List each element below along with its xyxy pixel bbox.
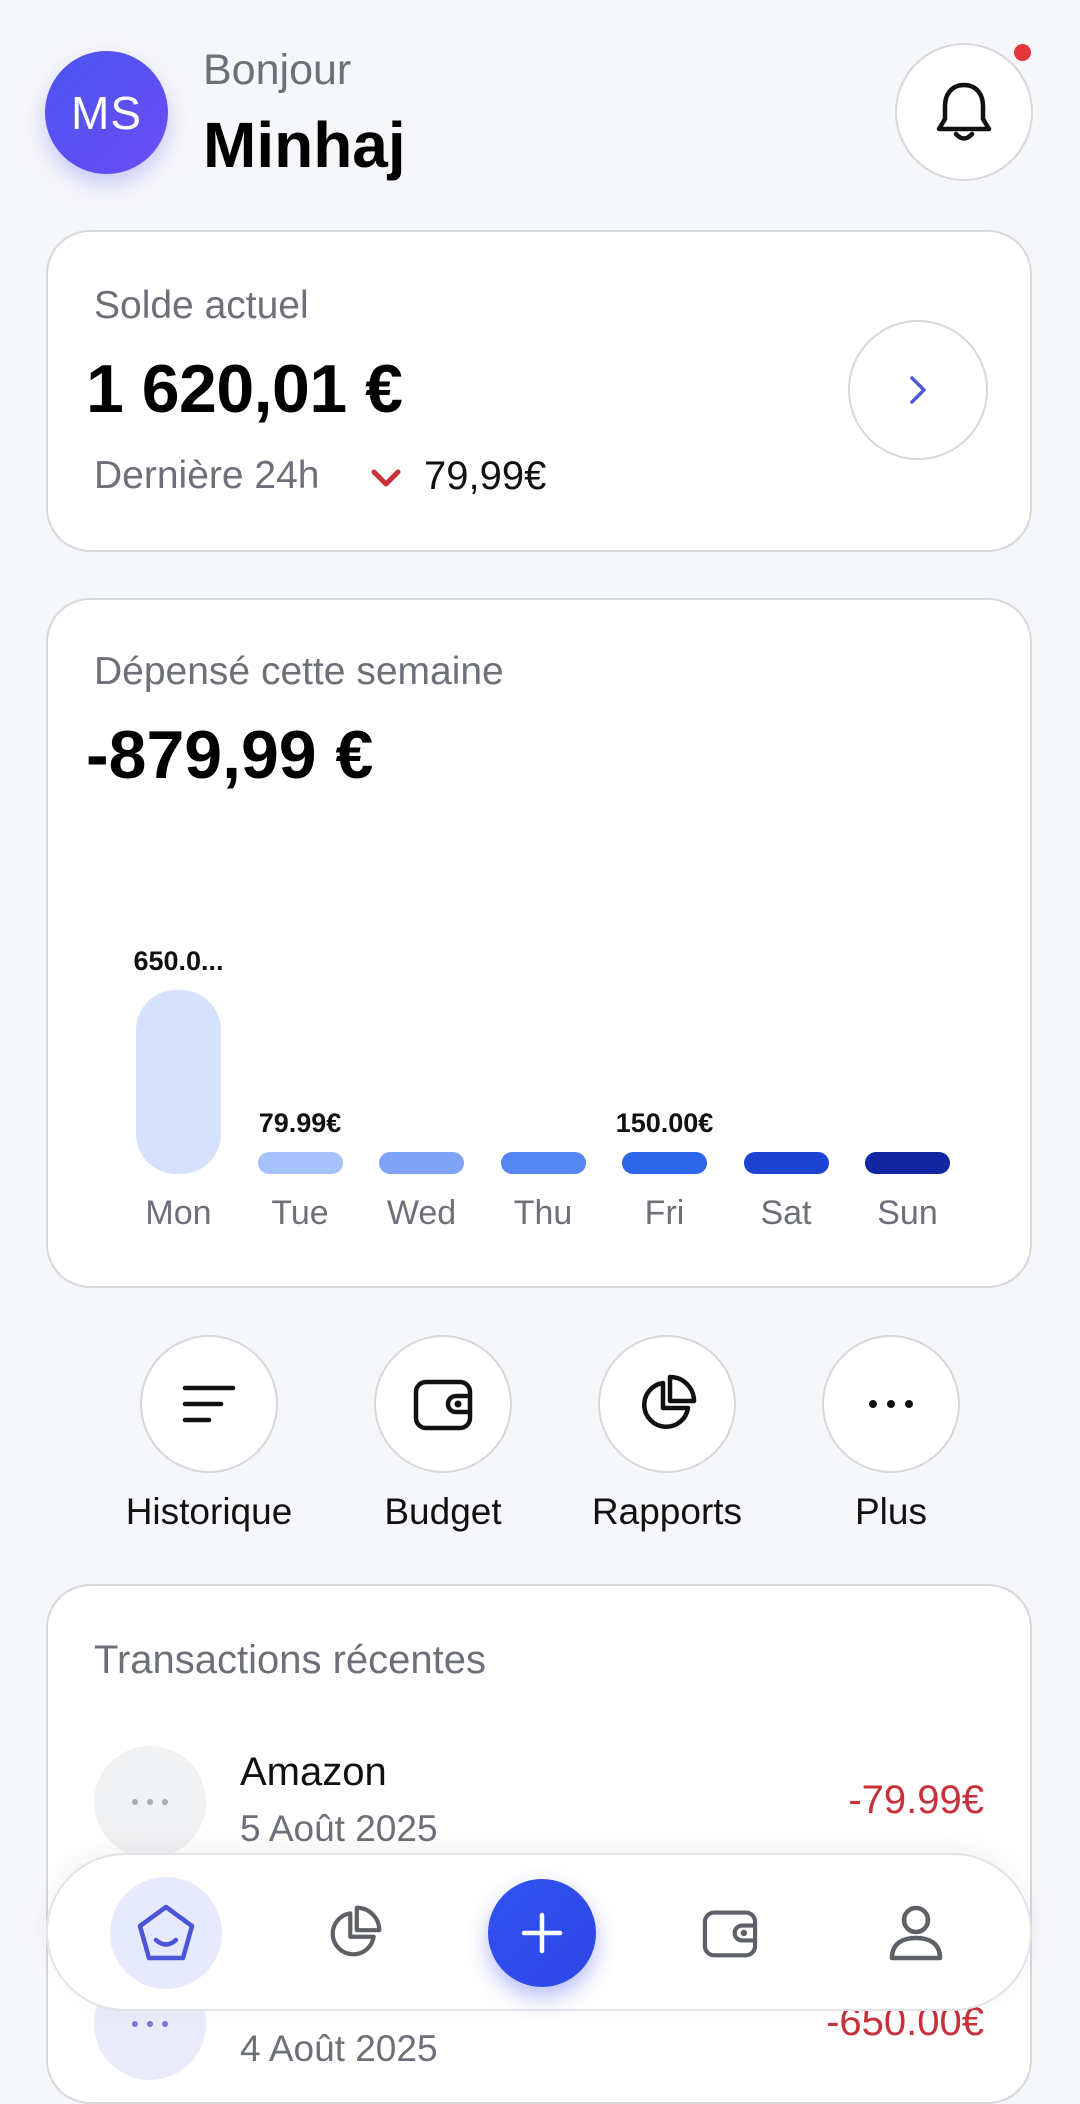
reports-button[interactable] <box>598 1335 736 1473</box>
balance-amount: 1 620,01 € <box>86 351 403 427</box>
chart-bar-wed[interactable] <box>379 1152 464 1174</box>
budget-button[interactable] <box>374 1335 512 1473</box>
user-name: Minhaj <box>203 109 406 181</box>
notification-dot <box>1014 44 1031 61</box>
greeting-text: Bonjour <box>203 46 352 94</box>
chart-bar-sat[interactable] <box>743 1152 829 1174</box>
notifications-button[interactable] <box>895 43 1033 181</box>
chart-tick-label: Wed <box>386 1194 457 1232</box>
chart-tick-label: Thu <box>513 1194 573 1232</box>
history-button[interactable] <box>140 1335 278 1473</box>
chart-bar-fri[interactable] <box>622 1152 707 1174</box>
chart-bar-sun[interactable] <box>865 1152 950 1174</box>
nav-reports[interactable] <box>298 1877 410 1989</box>
transaction-name: Amazon <box>240 1750 387 1794</box>
list-icon <box>182 1385 236 1423</box>
nav-profile[interactable] <box>860 1877 972 1989</box>
nav-wallet[interactable] <box>674 1877 786 1989</box>
transactions-card: Transactions récentes Amazon 5 Août 2025… <box>46 1584 1032 2104</box>
nav-home[interactable] <box>110 1877 222 1989</box>
chart-tick-label: Sat <box>760 1194 812 1232</box>
budget-label: Budget <box>384 1491 502 1532</box>
chevron-right-icon <box>910 376 926 404</box>
chart-tick-label: Sun <box>877 1194 938 1232</box>
chevron-down-icon <box>371 469 401 487</box>
more-button[interactable] <box>822 1335 960 1473</box>
pie-chart-icon <box>641 1374 697 1430</box>
pie-chart-icon <box>330 1905 382 1957</box>
balance-details-button[interactable] <box>848 320 988 460</box>
transaction-date: 4 Août 2025 <box>240 2028 438 2069</box>
avatar[interactable]: MS <box>45 51 168 174</box>
transactions-title: Transactions récentes <box>94 1638 487 1682</box>
reports-label: Rapports <box>591 1491 743 1532</box>
chart-data-label: 650.0... <box>133 946 224 976</box>
transaction-date: 5 Août 2025 <box>240 1808 438 1849</box>
weekly-spending-chart: 650.0... Mon 79.99€ Tue Wed Thu 150.00€ Fri Sat S… <box>48 600 1034 1288</box>
add-transaction-button[interactable] <box>488 1879 596 1987</box>
balance-label: Solde actuel <box>94 284 309 327</box>
chart-data-label: 150.00€ <box>615 1108 714 1138</box>
more-icon <box>132 2021 168 2027</box>
chart-data-label: 79.99€ <box>258 1108 342 1138</box>
spending-card: Dépensé cette semaine -879,99 € 650.0...… <box>46 598 1032 1288</box>
bottom-navigation <box>46 1853 1032 2011</box>
history-label: Historique <box>125 1491 293 1532</box>
transaction-amount: -79.99€ <box>848 1778 984 1822</box>
chart-bar-thu[interactable] <box>500 1152 586 1174</box>
more-label: Plus <box>855 1491 927 1532</box>
balance-period-label: Dernière 24h <box>94 454 320 497</box>
chart-bar-tue[interactable] <box>257 1152 343 1174</box>
wallet-icon <box>702 1910 758 1958</box>
more-icon <box>869 1400 913 1408</box>
user-icon <box>889 1905 943 1961</box>
bell-icon <box>936 82 992 141</box>
chart-tick-label: Mon <box>145 1194 212 1232</box>
chart-tick-label: Tue <box>271 1194 329 1232</box>
plus-icon <box>521 1912 563 1954</box>
chart-tick-label: Fri <box>644 1194 685 1232</box>
wallet-icon <box>413 1379 473 1431</box>
balance-change: 79,99€ <box>424 454 547 498</box>
more-icon <box>132 1799 168 1805</box>
balance-card: Solde actuel 1 620,01 € Dernière 24h 79,… <box>46 230 1032 552</box>
home-icon <box>137 1904 195 1961</box>
chart-bar-mon[interactable] <box>136 990 221 1174</box>
transaction-icon <box>94 1746 206 1858</box>
